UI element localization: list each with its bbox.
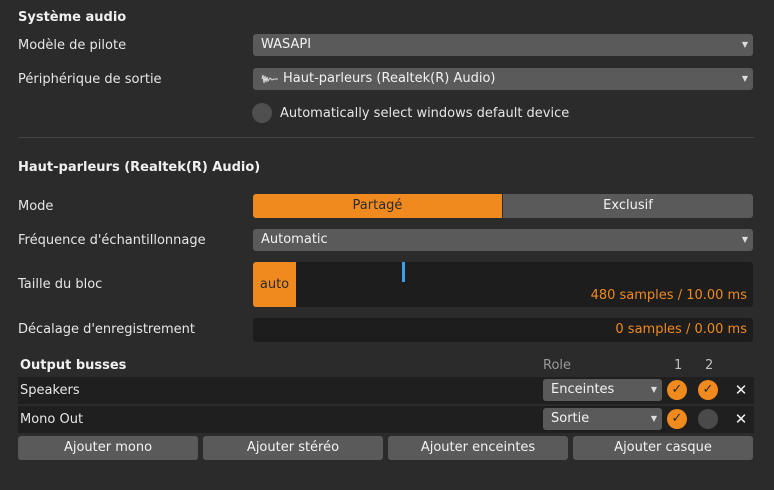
add-stereo-button[interactable]: Ajouter stéréo [203, 436, 383, 460]
check-icon[interactable]: ✓ [667, 409, 687, 429]
mode-exclusive-button[interactable]: Exclusif [503, 194, 753, 218]
bus-role-value: Enceintes [551, 382, 615, 397]
bus-role-select[interactable]: Enceintes ▼ [543, 379, 662, 401]
mode-shared-button[interactable]: Partagé [253, 194, 502, 218]
auto-select-toggle[interactable] [252, 103, 272, 123]
add-mono-button[interactable]: Ajouter mono [18, 436, 198, 460]
chevron-down-icon: ▼ [741, 235, 748, 244]
close-icon[interactable]: ✕ [733, 410, 749, 428]
add-headphones-button[interactable]: Ajouter casque [573, 436, 753, 460]
block-size-label: Taille du bloc [18, 277, 103, 292]
output-device-select[interactable]: Haut-parleurs (Realtek(R) Audio) ▼ [253, 68, 753, 90]
system-audio-title: Système audio [18, 10, 127, 25]
block-size-slider[interactable]: auto 480 samples / 10.00 ms [253, 262, 753, 307]
bus-name: Mono Out [20, 412, 84, 427]
chevron-down-icon: ▼ [650, 414, 657, 423]
chevron-down-icon: ▼ [650, 385, 657, 394]
channel-2-header: 2 [705, 358, 714, 373]
block-size-value: 480 samples / 10.00 ms [590, 288, 747, 303]
record-offset-value: 0 samples / 0.00 ms [615, 322, 747, 337]
mode-label: Mode [18, 199, 54, 214]
sample-rate-select[interactable]: Automatic ▼ [253, 229, 753, 251]
role-header: Role [543, 358, 572, 373]
section-divider [18, 137, 754, 138]
output-device-value: Haut-parleurs (Realtek(R) Audio) [283, 71, 496, 86]
waveform-icon [261, 74, 278, 83]
output-device-label: Périphérique de sortie [18, 72, 162, 87]
driver-model-label: Modèle de pilote [18, 38, 127, 53]
chevron-down-icon: ▼ [741, 74, 748, 83]
output-busses-title: Output busses [20, 358, 127, 373]
block-size-auto-button[interactable]: auto [253, 262, 296, 307]
add-speakers-button[interactable]: Ajouter enceintes [388, 436, 568, 460]
auto-select-label: Automatically select windows default dev… [280, 106, 570, 121]
sample-rate-value: Automatic [261, 232, 328, 247]
record-offset-field[interactable]: 0 samples / 0.00 ms [253, 318, 753, 342]
driver-model-select[interactable]: WASAPI ▼ [253, 34, 753, 56]
table-row: Mono Out Sortie ▼ ✓ ✕ [18, 406, 754, 433]
record-offset-label: Décalage d'enregistrement [18, 322, 195, 337]
device-title: Haut-parleurs (Realtek(R) Audio) [18, 160, 261, 175]
channel-toggle[interactable] [698, 409, 718, 429]
check-icon[interactable]: ✓ [667, 380, 687, 400]
bus-role-value: Sortie [551, 411, 590, 426]
check-icon[interactable]: ✓ [698, 380, 718, 400]
bus-role-select[interactable]: Sortie ▼ [543, 408, 662, 430]
block-size-handle[interactable] [402, 262, 405, 282]
chevron-down-icon: ▼ [741, 40, 748, 49]
channel-1-header: 1 [674, 358, 683, 373]
sample-rate-label: Fréquence d'échantillonnage [18, 233, 206, 248]
bus-name: Speakers [20, 383, 80, 398]
close-icon[interactable]: ✕ [733, 381, 749, 399]
driver-model-value: WASAPI [261, 37, 312, 52]
table-row: Speakers Enceintes ▼ ✓ ✓ ✕ [18, 377, 754, 404]
